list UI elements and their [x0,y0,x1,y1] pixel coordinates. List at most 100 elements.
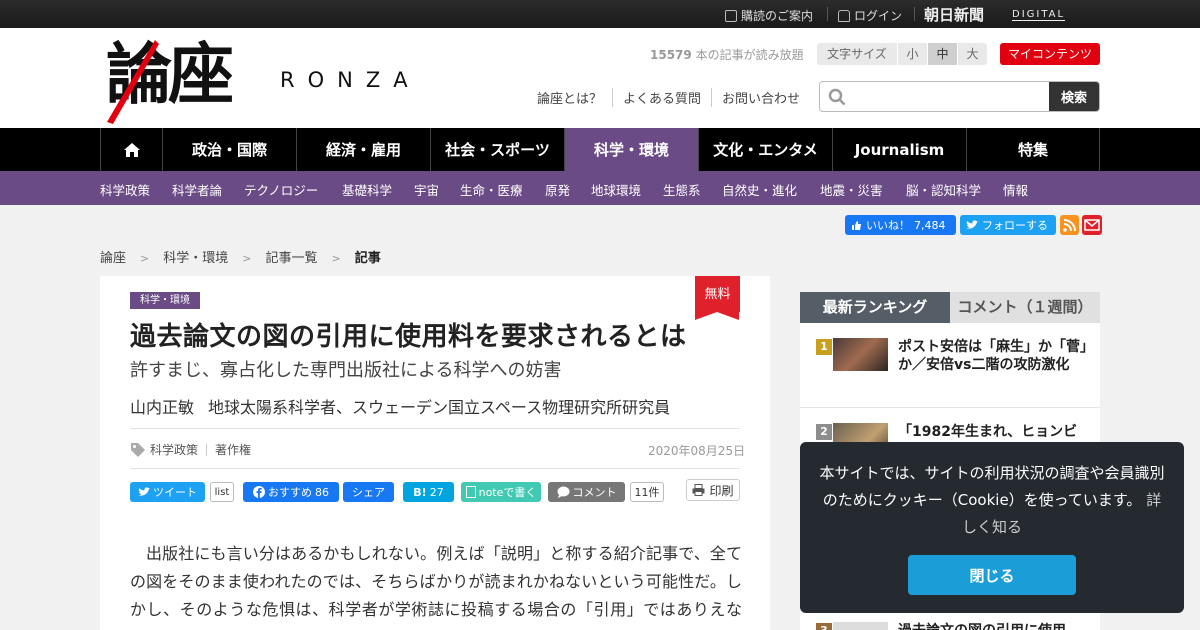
font-size-large[interactable]: 大 [957,43,987,65]
subnav-item[interactable]: 生態系 [663,180,701,199]
subnav-item[interactable]: 科学者論 [172,180,222,199]
article-title: 過去論文の図の引用に使用料を要求されるとは [130,322,687,352]
facebook-recommend-label: おすすめ [268,486,312,499]
print-label: 印刷 [709,483,734,498]
hatena-icon: B! [413,485,427,499]
article-count: 15579 本の記事が読み放題 [650,46,804,63]
breadcrumb-home[interactable]: 論座 [100,251,126,266]
hatena-bookmark-button[interactable]: B! 27 [403,482,454,502]
twitter-list-count[interactable]: list [210,482,234,502]
tab-comment-ranking[interactable]: コメント（１週間） [950,292,1100,323]
author-name[interactable]: 山内正敏 [130,398,194,417]
subnav-item[interactable]: 自然史・進化 [722,180,797,199]
facebook-share-button[interactable]: シェア [343,482,394,502]
faq-link[interactable]: よくある質問 [612,88,711,107]
keywords: 科学政策 著作権 [130,441,251,458]
tweet-button[interactable]: ツイート [130,482,205,502]
divider [130,428,740,429]
facebook-recommend-button[interactable]: おすすめ 86 [243,482,339,502]
nav-journalism[interactable]: Journalism [832,128,966,171]
subnav-item[interactable]: 原発 [545,180,570,199]
tab-latest-ranking[interactable]: 最新ランキング [800,292,950,323]
divider [827,7,828,21]
breadcrumb-category[interactable]: 科学・環境 [163,251,228,266]
rss-button[interactable] [1060,215,1079,235]
article-subtitle: 許すまじ、寡占化した専門出版社による科学への妨害 [130,360,562,381]
mail-button[interactable] [1082,215,1102,235]
font-size-small[interactable]: 小 [897,43,927,65]
tweet-label: ツイート [153,486,197,499]
note-button[interactable]: noteで書く [461,482,541,502]
nav-politics[interactable]: 政治・国際 [162,128,296,171]
facebook-icon [253,486,265,498]
ranking-tabs: 最新ランキング コメント（１週間） [800,292,1100,323]
subnav-item[interactable]: 地球環境 [591,180,641,199]
subnav-item[interactable]: 地震・災害 [820,180,883,199]
print-button[interactable]: 印刷 [686,479,740,501]
my-contents-button[interactable]: マイコンテンツ [1000,43,1100,65]
nav-society[interactable]: 社会・スポーツ [430,128,564,171]
subnav-item[interactable]: 基礎科学 [342,180,392,199]
article-body: 出版社にも言い分はあるかもしれない。例えば「説明」と称する紹介記事で、全ての図を… [130,544,742,630]
subnav-item[interactable]: テクノロジー [244,180,318,199]
login-link[interactable]: ログイン [838,7,902,24]
breadcrumb-list[interactable]: 記事一覧 [265,251,317,266]
subnav-item[interactable]: 科学政策 [100,180,150,199]
tag-icon [131,442,145,457]
contact-link[interactable]: お問い合わせ [711,88,810,107]
subnav-item[interactable]: 宇宙 [414,180,439,199]
asahi-brand[interactable]: 朝日新聞 [924,4,984,25]
rss-icon [1063,219,1076,232]
article-count-text: 本の記事が読み放題 [691,48,804,62]
comment-count[interactable]: 11件 [630,482,664,502]
subscribe-link[interactable]: 購読のご案内 [725,7,813,24]
ranking-title: ポスト安倍は「麻生」か「菅」か／安倍vs二階の攻防激化 [898,339,1087,373]
search-icon [828,88,846,106]
keyword-link[interactable]: 科学政策 [150,441,198,458]
breadcrumb-separator: > [140,252,150,265]
nav-features[interactable]: 特集 [966,128,1100,171]
cookie-message-text: 本サイトでは、サイトの利用状況の調査や会員識別のためにクッキー（Cookie）を… [819,464,1165,509]
article-count-number: 15579 [650,48,692,62]
keyword-link[interactable]: 著作権 [215,441,251,458]
subnav-item[interactable]: 脳・認知科学 [906,180,981,199]
logo-slash-mark [107,40,159,124]
publish-date: 2020年08月25日 [648,444,746,458]
subscribe-label: 購読のご案内 [741,9,814,23]
font-size-medium[interactable]: 中 [927,43,957,65]
author-line: 山内正敏 地球太陽系科学者、スウェーデン国立スペース物理研究所研究員 [130,394,684,418]
twitter-follow-button[interactable]: フォローする [960,215,1056,235]
font-size-label: 文字サイズ [817,43,897,65]
ranking-item[interactable]: 3 過去論文の図の引用に使用 [800,619,1100,630]
breadcrumb-separator: > [331,252,341,265]
printer-icon [692,484,705,496]
facebook-like-label: いいね！ [866,219,910,232]
subnav-item[interactable]: 情報 [1003,180,1028,199]
nav-economy[interactable]: 経済・雇用 [296,128,430,171]
cookie-close-button[interactable]: 閉じる [908,555,1076,595]
category-tag[interactable]: 科学・環境 [130,292,200,309]
font-size-selector: 文字サイズ 小 中 大 [817,43,987,65]
breadcrumb-current: 記事 [354,251,381,266]
nav-home[interactable] [100,128,162,171]
search-button[interactable]: 検索 [1049,82,1099,111]
ranking-title: 過去論文の図の引用に使用 [898,622,1088,630]
search-input[interactable] [850,82,1050,111]
cookie-consent-banner: 本サイトでは、サイトの利用状況の調査や会員識別のためにクッキー（Cookie）を… [800,442,1184,613]
ranking-item[interactable]: 1 ポスト安倍は「麻生」か「菅」か／安倍vs二階の攻防激化 [800,323,1100,408]
comment-button[interactable]: コメント [548,482,625,502]
nav-science[interactable]: 科学・環境 [564,128,698,171]
digital-label: DIGITAL [1012,9,1066,21]
search-box: 検索 [819,81,1100,112]
mail-icon [1084,219,1100,231]
main-nav: 政治・国際 経済・雇用 社会・スポーツ 科学・環境 文化・エンタメ Journa… [0,128,1200,171]
rank-number: 1 [816,339,832,355]
facebook-like-button[interactable]: いいね！ 7,484 [845,215,956,235]
header-links: 論座とは？ よくある質問 お問い合わせ [537,88,810,107]
ronza-logo-roman: RONZA [280,68,421,92]
nav-culture[interactable]: 文化・エンタメ [698,128,832,171]
ranking-thumbnail [833,338,888,371]
subnav-item[interactable]: 生命・医療 [460,180,523,199]
divider [206,443,208,456]
about-link[interactable]: 論座とは？ [537,88,612,107]
